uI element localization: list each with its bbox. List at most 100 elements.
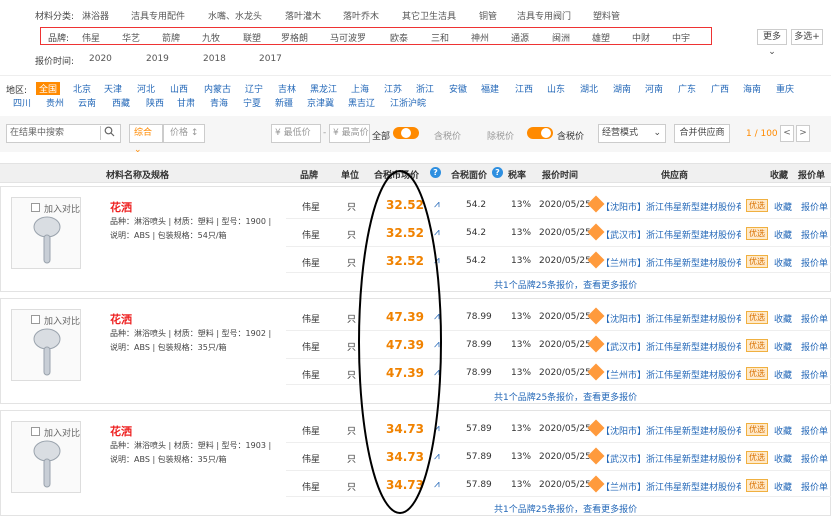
region-option[interactable]: 山东 (547, 82, 565, 95)
region-option[interactable]: 江浙沪皖 (390, 96, 426, 109)
favorite-button[interactable]: 收藏 (774, 312, 792, 325)
category-option[interactable]: 铜管 (479, 9, 497, 22)
region-option[interactable]: 辽宁 (245, 82, 263, 95)
mode-select[interactable]: 经营模式 ⌄ (598, 124, 666, 143)
brand-option[interactable]: 闽洲 (552, 31, 570, 44)
more-quotes-link[interactable]: 共1个品牌25条报价，查看更多报价 (494, 278, 637, 291)
region-option[interactable]: 西藏 (112, 96, 130, 109)
region-option[interactable]: 北京 (73, 82, 91, 95)
supplier-link[interactable]: 【武汉市】浙江伟星新型建材股份有限... (601, 228, 741, 241)
region-option[interactable]: 贵州 (46, 96, 64, 109)
more-quotes-link[interactable]: 共1个品牌25条报价，查看更多报价 (494, 502, 637, 515)
region-option[interactable]: 广西 (711, 82, 729, 95)
region-option[interactable]: 陕西 (146, 96, 164, 109)
product-name[interactable]: 花洒 (110, 423, 132, 439)
prev-page-button[interactable]: < (780, 125, 794, 142)
brand-option[interactable]: 华艺 (122, 31, 140, 44)
compare-checkbox[interactable] (31, 315, 40, 324)
region-option[interactable]: 上海 (351, 82, 369, 95)
region-option[interactable]: 新疆 (275, 96, 293, 109)
category-option[interactable]: 洁具专用配件 (131, 9, 185, 22)
brand-option[interactable]: 罗格朗 (281, 31, 308, 44)
year-option[interactable]: 2018 (203, 54, 226, 64)
category-option[interactable]: 水嘴、水龙头 (208, 9, 262, 22)
quote-sheet-button[interactable]: 报价单 (801, 368, 828, 381)
region-option[interactable]: 全国 (36, 82, 61, 95)
brand-option[interactable]: 九牧 (202, 31, 220, 44)
region-option[interactable]: 云南 (78, 96, 96, 109)
region-option[interactable]: 江苏 (384, 82, 402, 95)
supplier-link[interactable]: 【兰州市】浙江伟星新型建材股份有限... (601, 480, 741, 493)
merge-supplier-button[interactable]: 合并供应商 (674, 124, 730, 143)
supplier-link[interactable]: 【沈阳市】浙江伟星新型建材股份有限... (601, 200, 741, 213)
year-option[interactable]: 2019 (146, 54, 169, 64)
quote-sheet-button[interactable]: 报价单 (801, 256, 828, 269)
brand-option[interactable]: 神州 (471, 31, 489, 44)
category-option[interactable]: 淋浴器 (82, 9, 109, 22)
price-type-toggle[interactable] (527, 127, 553, 139)
region-option[interactable]: 河南 (645, 82, 663, 95)
more-brands-button[interactable]: 更多 ⌄ (757, 29, 787, 57)
help-icon[interactable]: ? (492, 167, 503, 178)
quote-sheet-button[interactable]: 报价单 (801, 228, 828, 241)
region-option[interactable]: 福建 (481, 82, 499, 95)
region-option[interactable]: 甘肃 (177, 96, 195, 109)
category-option[interactable]: 落叶乔木 (343, 9, 379, 22)
tax-toggle[interactable] (393, 127, 419, 139)
quote-sheet-button[interactable]: 报价单 (801, 452, 828, 465)
region-option[interactable]: 安徽 (449, 82, 467, 95)
brand-option[interactable]: 中宇 (672, 31, 690, 44)
favorite-button[interactable]: 收藏 (774, 424, 792, 437)
brand-option[interactable]: 箭牌 (162, 31, 180, 44)
search-icon[interactable] (100, 126, 116, 140)
product-name[interactable]: 花洒 (110, 311, 132, 327)
compare-checkbox[interactable] (31, 427, 40, 436)
quote-sheet-button[interactable]: 报价单 (801, 480, 828, 493)
supplier-link[interactable]: 【沈阳市】浙江伟星新型建材股份有限... (601, 424, 741, 437)
brand-option[interactable]: 欧泰 (390, 31, 408, 44)
region-option[interactable]: 黑吉辽 (348, 96, 375, 109)
category-option[interactable]: 洁具专用阀门 (517, 9, 571, 22)
favorite-button[interactable]: 收藏 (774, 452, 792, 465)
supplier-link[interactable]: 【兰州市】浙江伟星新型建材股份有限... (601, 368, 741, 381)
sort-price-button[interactable]: 价格 ↕ (163, 124, 205, 143)
category-option[interactable]: 塑料管 (593, 9, 620, 22)
quote-sheet-button[interactable]: 报价单 (801, 424, 828, 437)
favorite-button[interactable]: 收藏 (774, 368, 792, 381)
region-option[interactable]: 江西 (515, 82, 533, 95)
region-option[interactable]: 京津冀 (307, 96, 334, 109)
quote-sheet-button[interactable]: 报价单 (801, 200, 828, 213)
min-price-input[interactable]: ¥ 最低价 (271, 124, 321, 143)
max-price-input[interactable]: ¥ 最高价 (329, 124, 370, 143)
brand-option[interactable]: 中财 (632, 31, 650, 44)
brand-option[interactable]: 联塑 (243, 31, 261, 44)
region-option[interactable]: 重庆 (776, 82, 794, 95)
region-option[interactable]: 青海 (210, 96, 228, 109)
favorite-button[interactable]: 收藏 (774, 480, 792, 493)
product-name[interactable]: 花洒 (110, 199, 132, 215)
brand-option[interactable]: 三和 (431, 31, 449, 44)
brand-option[interactable]: 马可波罗 (330, 31, 366, 44)
supplier-link[interactable]: 【沈阳市】浙江伟星新型建材股份有限... (601, 312, 741, 325)
region-option[interactable]: 黑龙江 (310, 82, 337, 95)
region-option[interactable]: 宁夏 (243, 96, 261, 109)
supplier-link[interactable]: 【兰州市】浙江伟星新型建材股份有限... (601, 256, 741, 269)
region-option[interactable]: 四川 (13, 96, 31, 109)
category-option[interactable]: 其它卫生洁具 (402, 9, 456, 22)
region-option[interactable]: 吉林 (278, 82, 296, 95)
next-page-button[interactable]: > (796, 125, 810, 142)
region-option[interactable]: 浙江 (416, 82, 434, 95)
multi-select-button[interactable]: 多选+ (791, 29, 823, 45)
region-option[interactable]: 天津 (104, 82, 122, 95)
more-quotes-link[interactable]: 共1个品牌25条报价，查看更多报价 (494, 390, 637, 403)
brand-option[interactable]: 雄塑 (592, 31, 610, 44)
favorite-button[interactable]: 收藏 (774, 200, 792, 213)
year-option[interactable]: 2020 (89, 54, 112, 64)
region-option[interactable]: 湖北 (580, 82, 598, 95)
brand-option[interactable]: 通源 (511, 31, 529, 44)
region-option[interactable]: 广东 (678, 82, 696, 95)
quote-sheet-button[interactable]: 报价单 (801, 312, 828, 325)
region-option[interactable]: 内蒙古 (204, 82, 231, 95)
brand-option[interactable]: 伟星 (82, 31, 100, 44)
favorite-button[interactable]: 收藏 (774, 340, 792, 353)
